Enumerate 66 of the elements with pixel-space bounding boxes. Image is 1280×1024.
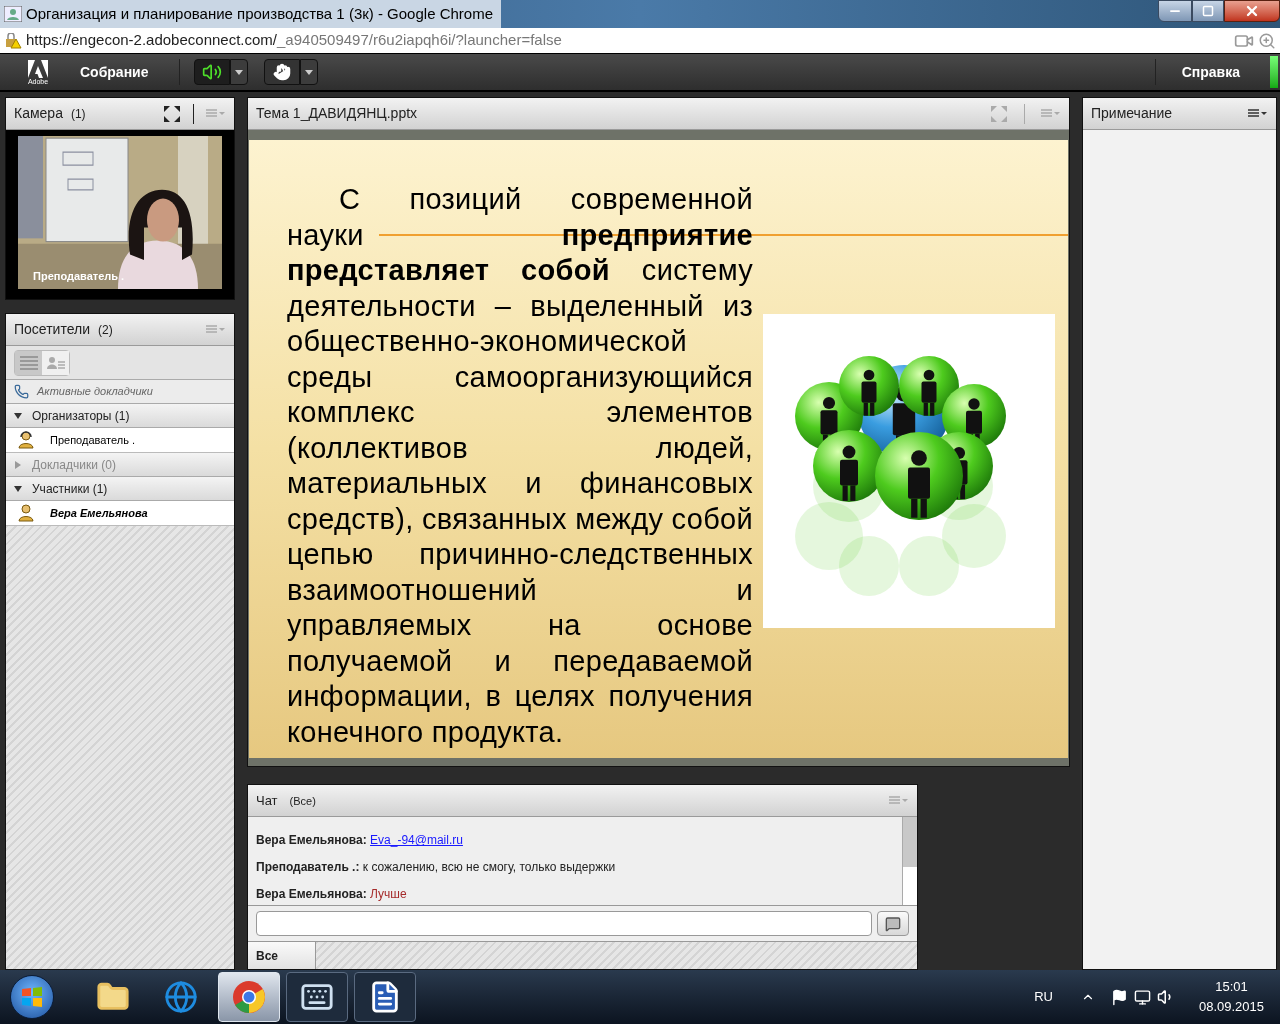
user-icon [18, 504, 34, 522]
phone-icon [14, 384, 29, 399]
connection-indicator [1270, 56, 1278, 88]
speaker-button[interactable] [193, 59, 230, 85]
lock-warning-icon [4, 32, 22, 49]
chat-message: Вера Емельянова: Лучше [256, 887, 408, 902]
send-button[interactable] [877, 911, 909, 937]
meeting-menu[interactable]: Собрание [80, 61, 149, 83]
network-icon[interactable] [1133, 988, 1151, 1006]
user-card-icon [46, 355, 65, 370]
window-title: Организация и планирование производства 1 (3к) - Google Chrome [26, 3, 493, 24]
status-options-button[interactable] [299, 59, 318, 85]
attendee-name: Вера Емельянова [50, 505, 148, 521]
speech-bubble-icon [885, 915, 901, 932]
pod-count: (2) [97, 321, 113, 339]
fullscreen-icon[interactable] [163, 104, 181, 123]
windows-logo-icon [21, 986, 43, 1008]
chrome-icon [232, 980, 266, 1014]
app-icon [4, 6, 22, 22]
speaker-options-button[interactable] [229, 59, 248, 85]
clock[interactable]: 15:01 08.09.2015 [1198, 977, 1264, 1017]
close-icon [1244, 3, 1260, 19]
taskbar-app-button[interactable] [354, 972, 416, 1022]
menu-icon[interactable] [1248, 109, 1268, 118]
email-link[interactable]: Eva_-94@mail.ru [370, 833, 463, 848]
maximize-icon [1202, 5, 1214, 17]
minimize-button[interactable] [1158, 0, 1192, 22]
attendee-name: Преподаватель . [50, 432, 136, 448]
raise-hand-button[interactable] [263, 59, 300, 85]
address-bar[interactable]: https://engecon-2.adobeconnect.com/_a940509497/r6u2iapqh6i/?launcher=false [0, 28, 1280, 54]
expanded-triangle-icon[interactable] [14, 484, 22, 493]
language-indicator[interactable]: RU [1034, 987, 1053, 1007]
taskbar-app-button[interactable] [286, 972, 348, 1022]
close-button[interactable] [1224, 0, 1280, 22]
chat-message: Преподаватель .: к сожалению, всю не смогу, только выдержки [256, 860, 617, 875]
hand-icon [272, 63, 291, 81]
pod-title: Чат [256, 792, 278, 811]
attendee-row[interactable]: Вера Емельянова [6, 501, 234, 526]
maximize-button[interactable] [1192, 0, 1224, 22]
caret-icon [304, 69, 313, 75]
chat-input-field[interactable] [256, 911, 872, 937]
chat-message: Вера Емельянова: Eva_-94@mail.ru [256, 833, 464, 848]
attendee-row[interactable]: Преподаватель . [6, 428, 234, 453]
host-user-icon [18, 431, 34, 449]
pod-title: Тема 1_ДАВИДЯНЦ.pptx [256, 104, 418, 123]
caret-icon [234, 69, 243, 75]
pod-count: (Все) [289, 793, 316, 809]
help-menu[interactable]: Справка [1181, 61, 1240, 83]
chat-tab[interactable]: Все [248, 942, 316, 969]
attendee-group-header[interactable]: Организаторы (1) [6, 404, 234, 428]
flag-icon[interactable] [1110, 988, 1128, 1006]
pod-title: Камера [14, 104, 63, 123]
url-text: https://engecon-2.adobeconnect.com/_a940509497/r6u2iapqh6i/?launcher=false [26, 30, 562, 51]
speaker-icon [201, 62, 222, 82]
list-icon [19, 355, 38, 370]
start-button[interactable] [10, 975, 54, 1019]
pod-title: Примечание [1091, 104, 1173, 123]
active-speakers-label: Активные докладчики [37, 384, 153, 400]
attendee-group-header[interactable]: Участники (1) [6, 477, 234, 501]
scrollbar[interactable] [902, 817, 917, 906]
video-caption: Преподаватель . [33, 268, 125, 284]
zoom-icon[interactable] [1258, 31, 1276, 50]
pod-title: Посетители [14, 320, 90, 339]
expanded-triangle-icon[interactable] [14, 411, 22, 420]
pod-count: (1) [70, 105, 86, 123]
globe-icon [164, 980, 198, 1014]
